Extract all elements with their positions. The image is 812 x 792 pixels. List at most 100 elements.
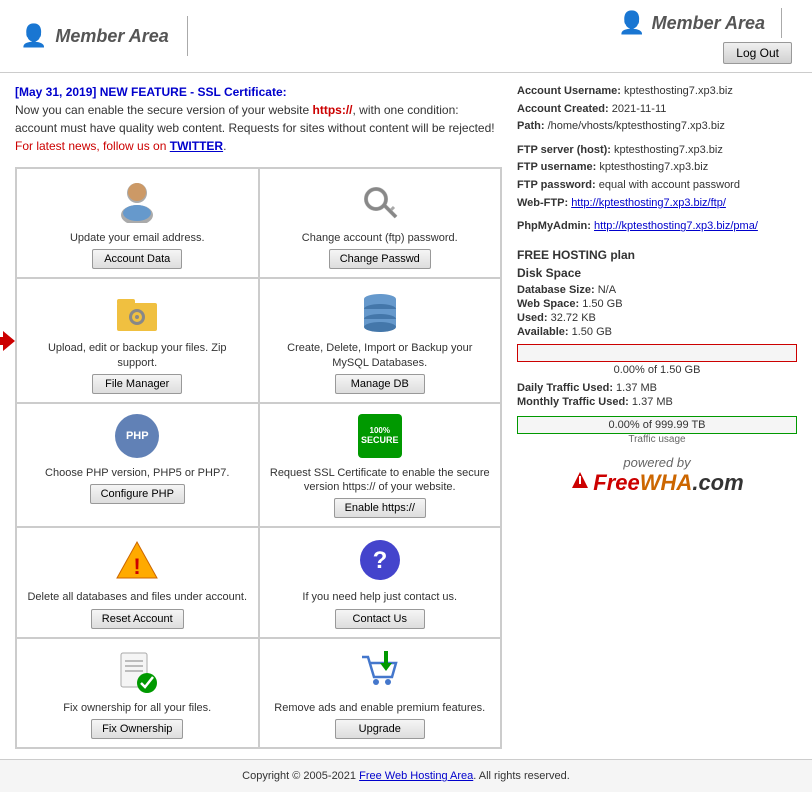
daily-traffic-label: Daily Traffic Used: <box>517 382 613 394</box>
question-icon: ? <box>356 536 404 584</box>
ftp-password-value: equal with account password <box>599 179 740 191</box>
feature-manage-db: Create, Delete, Import or Backup your My… <box>259 278 502 403</box>
feature-change-passwd: Change account (ftp) password. Change Pa… <box>259 168 502 278</box>
feature-reset-account: ! Delete all databases and files under a… <box>16 527 259 637</box>
footer-rights: . All rights reserved. <box>473 770 570 782</box>
used-value: 32.72 KB <box>551 312 596 324</box>
warning-icon: ! <box>113 536 161 584</box>
username-value: kptesthosting7.xp3.biz <box>624 85 733 97</box>
ann-news-suffix: . <box>223 139 226 153</box>
freewha-wha: WHA <box>640 470 693 496</box>
traffic-bar-inline-label: 0.00% of 999.99 TB <box>518 417 796 433</box>
header-title-right: Member Area <box>652 13 765 34</box>
twitter-link[interactable]: TWITTER <box>170 139 223 153</box>
traffic-progress-bar: 0.00% of 999.99 TB <box>517 416 797 434</box>
database-icon <box>356 287 404 335</box>
ssl-icon: 100% SECURE <box>356 412 404 460</box>
configure-php-desc: Choose PHP version, PHP5 or PHP7. <box>27 466 248 480</box>
db-label: Database Size: <box>517 284 595 296</box>
reset-account-desc: Delete all databases and files under acc… <box>27 590 248 604</box>
announcement: [May 31, 2019] NEW FEATURE - SSL Certifi… <box>15 83 502 155</box>
logout-button[interactable]: Log Out <box>723 42 792 64</box>
footer-link[interactable]: Free Web Hosting Area <box>359 770 473 782</box>
gear-folder-icon <box>113 287 161 335</box>
feature-enable-https: 100% SECURE Request SSL Certificate to e… <box>259 403 502 528</box>
ftp-server-label: FTP server (host): <box>517 144 611 156</box>
created-value: 2021-11-11 <box>612 103 667 115</box>
phpmyadmin-link[interactable]: http://kptesthosting7.xp3.biz/pma/ <box>594 220 758 232</box>
freewha-com: .com <box>692 470 743 496</box>
footer: Copyright © 2005-2021 Free Web Hosting A… <box>0 759 812 792</box>
ftp-username-label: FTP username: <box>517 161 596 173</box>
ann-news-prefix: For latest news, follow us on <box>15 139 166 153</box>
change-passwd-desc: Change account (ftp) password. <box>270 231 491 245</box>
member-area-icon-left: 👤 <box>20 23 47 49</box>
ann-body1: Now you can enable the secure version of… <box>15 103 309 117</box>
account-data-desc: Update your email address. <box>27 231 248 245</box>
member-area-icon-right: 👤 <box>618 10 645 36</box>
enable-https-desc: Request SSL Certificate to enable the se… <box>270 466 491 495</box>
enable-https-button[interactable]: Enable https:// <box>334 498 426 518</box>
ann-title-rest: NEW FEATURE - SSL Certificate: <box>96 85 286 99</box>
contact-us-desc: If you need help just contact us. <box>270 590 491 604</box>
disk-progress-container: 0.00% of 1.50 GB <box>517 344 797 376</box>
disk-progress-label: 0.00% of 1.50 GB <box>517 364 797 376</box>
available-value: 1.50 GB <box>572 326 612 338</box>
person-icon <box>113 177 161 225</box>
features-grid: Update your email address. Account Data <box>15 167 502 749</box>
feature-configure-php: PHP Choose PHP version, PHP5 or PHP7. Co… <box>16 403 259 528</box>
monthly-traffic-value: 1.37 MB <box>632 396 673 408</box>
ftp-password-label: FTP password: <box>517 179 596 191</box>
ann-https: https:// <box>313 103 353 117</box>
configure-php-button[interactable]: Configure PHP <box>90 484 185 504</box>
available-label: Available: <box>517 326 569 338</box>
file-manager-desc: Upload, edit or backup your files. Zip s… <box>27 341 248 370</box>
phpmyadmin-label: PhpMyAdmin: <box>517 220 591 232</box>
ftp-username-value: kptesthosting7.xp3.biz <box>599 161 708 173</box>
username-label: Account Username: <box>517 85 621 97</box>
freewha-logo-icon <box>570 470 590 490</box>
footer-copyright: Copyright © 2005-2021 <box>242 770 356 782</box>
traffic-progress-container: 0.00% of 999.99 TB Traffic usage <box>517 416 797 445</box>
feature-account-data: Update your email address. Account Data <box>16 168 259 278</box>
fix-ownership-button[interactable]: Fix Ownership <box>91 719 183 739</box>
webftp-label: Web-FTP: <box>517 197 568 209</box>
file-manager-button[interactable]: File Manager <box>92 374 182 394</box>
checkfile-icon <box>113 647 161 695</box>
db-value: N/A <box>598 284 616 296</box>
upgrade-button[interactable]: Upgrade <box>335 719 425 739</box>
powered-text: powered by <box>517 455 797 470</box>
php-icon: PHP <box>113 412 161 460</box>
feature-contact-us: ? If you need help just contact us. Cont… <box>259 527 502 637</box>
traffic-sub-label: Traffic usage <box>517 434 797 445</box>
path-label: Path: <box>517 120 545 132</box>
used-label: Used: <box>517 312 548 324</box>
feature-file-manager: Upload, edit or backup your files. Zip s… <box>16 278 259 403</box>
created-label: Account Created: <box>517 103 609 115</box>
key-icon <box>356 177 404 225</box>
powered-by: powered by FreeWHA.com <box>517 455 797 496</box>
daily-traffic-value: 1.37 MB <box>616 382 657 394</box>
arrow-indicator <box>0 331 15 351</box>
manage-db-button[interactable]: Manage DB <box>335 374 425 394</box>
manage-db-desc: Create, Delete, Import or Backup your My… <box>270 341 491 370</box>
path-value: /home/vhosts/kptesthosting7.xp3.biz <box>548 120 725 132</box>
plan-title: FREE HOSTING plan <box>517 248 797 262</box>
monthly-traffic-label: Monthly Traffic Used: <box>517 396 629 408</box>
ann-date: [May 31, 2019] <box>15 85 96 99</box>
svg-text:?: ? <box>372 547 387 574</box>
disk-progress-bar <box>517 344 797 362</box>
account-data-button[interactable]: Account Data <box>92 249 182 269</box>
fix-ownership-desc: Fix ownership for all your files. <box>27 701 248 715</box>
upgrade-desc: Remove ads and enable premium features. <box>270 701 491 715</box>
plan-subtitle: Disk Space <box>517 266 797 280</box>
reset-account-button[interactable]: Reset Account <box>91 609 184 629</box>
hosting-plan: FREE HOSTING plan Disk Space Database Si… <box>517 248 797 445</box>
svg-text:!: ! <box>134 554 141 579</box>
feature-fix-ownership: Fix ownership for all your files. Fix Ow… <box>16 638 259 748</box>
change-passwd-button[interactable]: Change Passwd <box>329 249 431 269</box>
webspace-value: 1.50 GB <box>582 298 622 310</box>
webftp-link[interactable]: http://kptesthosting7.xp3.biz/ftp/ <box>571 197 726 209</box>
contact-us-button[interactable]: Contact Us <box>335 609 425 629</box>
cart-icon <box>356 647 404 695</box>
